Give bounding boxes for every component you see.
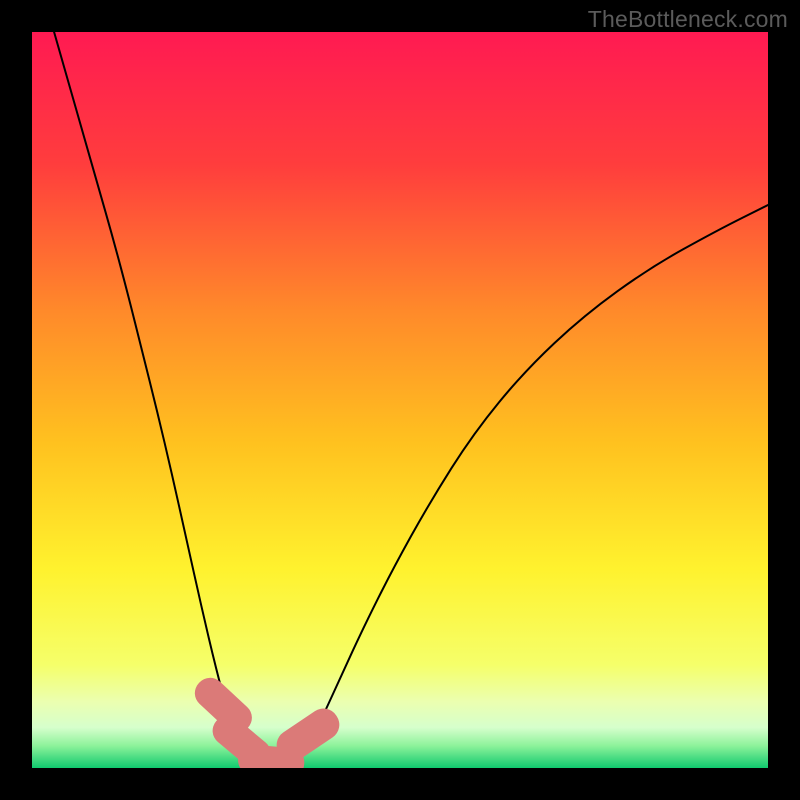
chart-frame: TheBottleneck.com	[0, 0, 800, 800]
plot-area	[32, 32, 768, 768]
gradient-background	[32, 32, 768, 768]
watermark-text: TheBottleneck.com	[588, 6, 788, 33]
chart-svg	[32, 32, 768, 768]
